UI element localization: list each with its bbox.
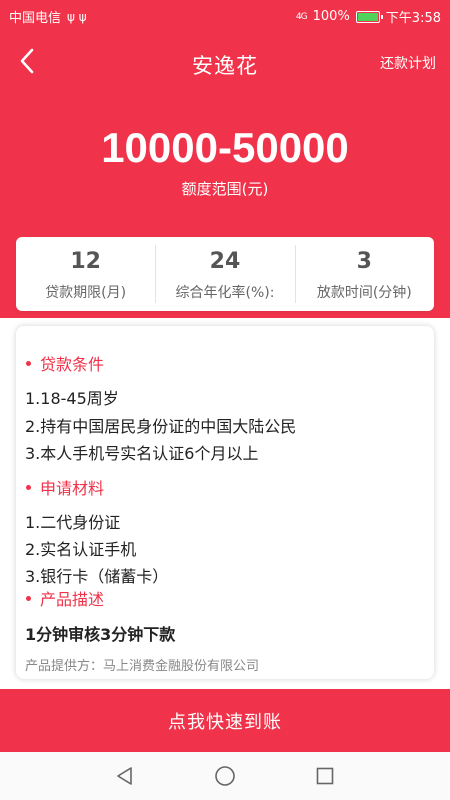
- navigation-bar: 安逸花 还款计划: [0, 38, 450, 88]
- section-title-text: 贷款条件: [40, 355, 105, 374]
- nav-home-icon: [215, 766, 235, 786]
- signal-icon: 4G: [295, 11, 308, 22]
- nav-back-icon: [117, 767, 132, 785]
- stat-disbursement-time: 3 放款时间(分钟): [294, 237, 434, 311]
- repayment-plan-button[interactable]: 还款计划: [380, 53, 436, 73]
- section-title-materials: 申请材料: [26, 475, 104, 499]
- stat-loan-term: 12 贷款期限(月): [16, 237, 155, 311]
- condition-item: 2.持有中国居民身份证的中国大陆公民: [25, 417, 297, 436]
- loan-info-card: 贷款条件 1.18-45周岁 2.持有中国居民身份证的中国大陆公民 3.本人手机…: [16, 326, 434, 679]
- battery-icon: [355, 10, 383, 23]
- stat-label: 放款时间(分钟): [316, 285, 412, 301]
- carrier-name: 中国电信: [9, 11, 62, 26]
- stat-value: 3: [356, 249, 372, 274]
- app-screen: 中国电信 ψ ψ 4G 100% 下午3:58 安逸花 还款计划 10000-5…: [0, 0, 450, 800]
- loan-stats-card: 12 贷款期限(月) 24 综合年化率(%): 3 放款时间(分钟): [16, 237, 434, 311]
- provider-info: 产品提供方：马上消费金融股份有限公司: [25, 659, 260, 674]
- nav-recents-icon: [316, 767, 334, 785]
- section-title-description: 产品描述: [26, 586, 104, 610]
- battery-percent: 100%: [312, 9, 350, 24]
- credit-amount: 10000-50000: [101, 124, 349, 171]
- nav-back-button[interactable]: [113, 764, 137, 788]
- stat-label: 贷款期限(月): [45, 285, 127, 301]
- status-bar: 中国电信 ψ ψ 4G 100% 下午3:58: [0, 0, 450, 30]
- material-item: 2.实名认证手机: [25, 540, 137, 559]
- material-item: 1.二代身份证: [25, 513, 121, 532]
- system-navigation-bar: [0, 752, 450, 800]
- quick-apply-button[interactable]: 点我快速到账: [0, 689, 450, 752]
- battery-fill: [357, 12, 378, 21]
- bullet-dot: [26, 595, 31, 601]
- bullet-dot: [26, 484, 31, 490]
- nav-home-button[interactable]: [213, 764, 237, 788]
- material-item: 3.银行卡（储蓄卡）: [25, 567, 169, 586]
- stat-annual-rate: 24 综合年化率(%):: [155, 237, 294, 311]
- product-description: 1分钟审核3分钟下款: [25, 625, 176, 644]
- section-title-text: 申请材料: [40, 479, 105, 498]
- nav-recents-button[interactable]: [313, 764, 337, 788]
- condition-item: 3.本人手机号实名认证6个月以上: [25, 444, 259, 463]
- clock: 下午3:58: [385, 11, 441, 26]
- section-title-conditions: 贷款条件: [26, 351, 104, 375]
- condition-item: 1.18-45周岁: [25, 389, 119, 408]
- stat-label: 综合年化率(%):: [175, 285, 275, 301]
- credit-amount-label: 额度范围(元): [181, 180, 269, 198]
- bullet-dot: [26, 360, 31, 366]
- section-title-text: 产品描述: [40, 590, 105, 609]
- status-left: 中国电信 ψ ψ: [9, 7, 87, 27]
- stat-value: 24: [209, 249, 241, 274]
- usb-icon: ψ ψ: [67, 9, 87, 24]
- status-right: 4G 100% 下午3:58: [296, 7, 441, 26]
- stat-value: 12: [70, 249, 101, 274]
